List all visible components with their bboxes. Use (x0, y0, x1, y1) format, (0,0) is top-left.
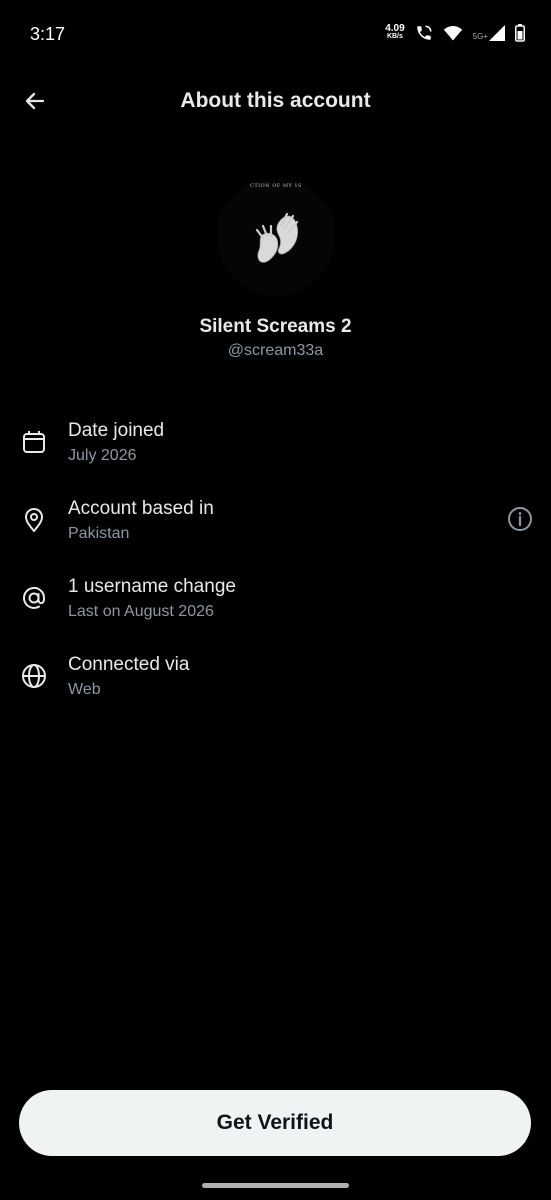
row-subtitle: Pakistan (68, 525, 130, 542)
calendar-icon (23, 431, 45, 453)
at-sign-icon (23, 586, 46, 609)
row-title: Connected via (68, 654, 190, 675)
avatar: CTION OF MY 1S (217, 178, 335, 296)
call-wifi-icon (415, 24, 433, 42)
location-pin-icon (25, 508, 43, 532)
info-row-username-change: 1 username change Last on August 2026 (0, 574, 551, 634)
battery-icon (515, 24, 525, 42)
globe-icon (22, 664, 46, 688)
row-subtitle: Last on August 2026 (68, 603, 214, 620)
row-subtitle: July 2026 (68, 447, 137, 464)
net-speed-unit: KB/s (386, 33, 403, 40)
net-speed: 4.09 KB/s (385, 23, 405, 41)
hands-artwork-icon (255, 212, 299, 263)
wifi-icon (443, 24, 463, 42)
status-bar: 3:17 4.09 KB/s 5G+ (0, 0, 551, 70)
display-name: Silent Screams 2 (199, 316, 352, 337)
handle: @scream33a (227, 342, 324, 359)
net-speed-value: 4.09 (385, 23, 405, 34)
status-time: 3:17 (30, 24, 66, 44)
network-type: 5G+ (472, 32, 488, 41)
home-indicator[interactable] (202, 1183, 349, 1188)
info-row-connected-via: Connected via Web (0, 652, 551, 712)
page-title: About this account (180, 89, 371, 112)
header: About this account (0, 70, 551, 132)
row-title: Date joined (68, 420, 165, 441)
signal-icon: 5G+ (473, 25, 505, 41)
info-icon[interactable] (506, 505, 534, 533)
row-title: Account based in (68, 498, 214, 519)
status-icons: 4.09 KB/s 5G+ (385, 24, 525, 42)
get-verified-button[interactable]: Get Verified (19, 1090, 531, 1156)
info-row-date-joined: Date joined July 2026 (0, 418, 551, 478)
info-row-account-based-in: Account based in Pakistan (0, 496, 551, 556)
row-subtitle: Web (68, 681, 101, 698)
row-title: 1 username change (68, 576, 236, 597)
